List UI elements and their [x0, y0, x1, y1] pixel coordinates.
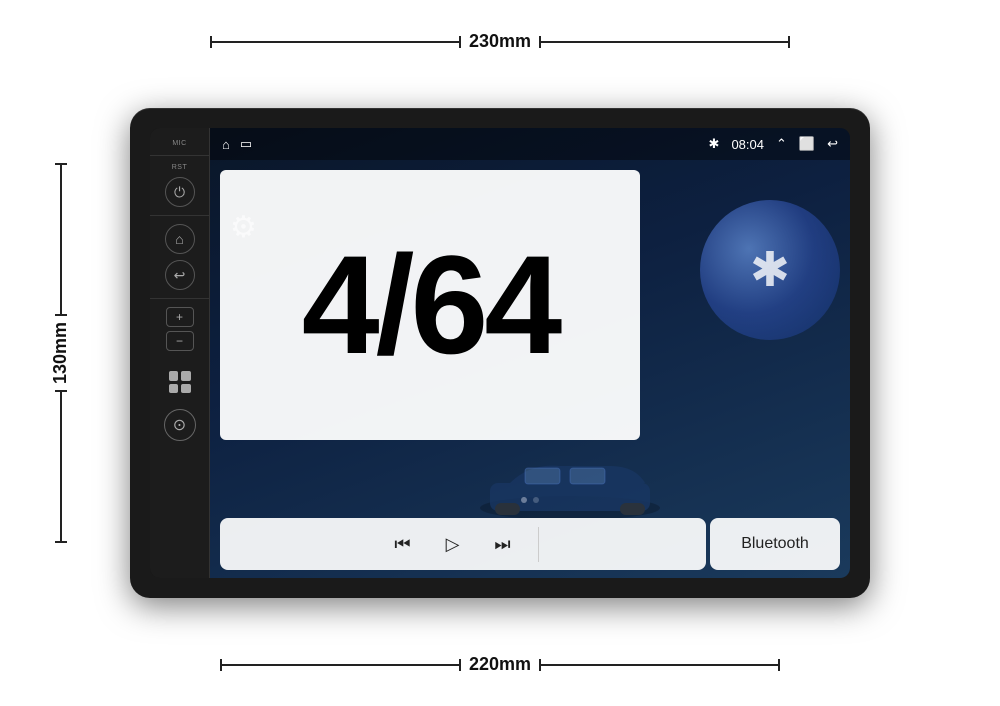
controls-divider — [538, 527, 539, 562]
home-button[interactable]: ⌂ — [165, 224, 195, 254]
status-right: ✱ 08:04 ⌃ ⬜ ↩ — [709, 136, 838, 152]
top-dim-line-left — [210, 41, 461, 43]
vol-up-icon: + — [176, 310, 183, 324]
chevron-status-icon: ⌃ — [776, 136, 787, 152]
bluetooth-status-icon: ✱ — [709, 136, 720, 152]
sidebar-vol-controls: + − — [150, 299, 209, 359]
top-dim-label: 230mm — [469, 31, 531, 52]
screen-content: ⚙ 4/64 ✱ — [210, 160, 850, 578]
bottom-dim-line-right — [539, 664, 780, 666]
status-time: 08:04 — [731, 137, 764, 152]
bluetooth-circle-icon: ✱ — [750, 242, 790, 298]
home-icon: ⌂ — [175, 232, 183, 246]
power-button[interactable]: ⏻ — [165, 177, 195, 207]
prev-button[interactable]: ⏮ — [388, 529, 418, 559]
sidebar-bottom: ⊙ — [163, 359, 197, 570]
status-left: ⌂ ▭ — [222, 136, 252, 152]
navigation-button[interactable]: ⊙ — [164, 409, 196, 441]
bottom-controls-bar: ⏮ ▷ ⏭ Bluetooth — [210, 510, 850, 578]
back-icon: ↩ — [174, 268, 186, 282]
left-dim-label: 130mm — [50, 322, 71, 384]
main-screen: ⌂ ▭ ✱ 08:04 ⌃ ⬜ ↩ ⚙ — [210, 128, 850, 578]
nav-icon: ⊙ — [173, 415, 186, 435]
sidebar-nav-group: ⌂ ↩ — [150, 216, 209, 299]
rst-label: RST — [172, 164, 188, 171]
left-dimension: 130mm — [50, 163, 71, 543]
grid-button[interactable] — [163, 367, 197, 397]
next-icon: ⏭ — [494, 534, 510, 555]
window-status-icon: ⬜ — [799, 136, 815, 152]
back-status-icon: ↩ — [827, 136, 838, 152]
bottom-dim-line-left — [220, 664, 461, 666]
bluetooth-button[interactable]: Bluetooth — [710, 518, 840, 570]
sidebar-top: MIC — [150, 136, 209, 156]
mic-label: MIC — [172, 140, 186, 147]
spec-text: 4/64 — [302, 235, 558, 375]
top-dimension: 230mm — [210, 31, 790, 52]
left-dim-line-top — [60, 163, 62, 316]
diagram-container: 230mm 220mm 130mm MIC RST ⏻ — [20, 13, 980, 693]
media-controls: ⏮ ▷ ⏭ — [220, 518, 706, 570]
bluetooth-label: Bluetooth — [741, 535, 809, 553]
spec-overlay-card: 4/64 — [220, 170, 640, 440]
next-button[interactable]: ⏭ — [488, 529, 518, 559]
status-bar: ⌂ ▭ ✱ 08:04 ⌃ ⬜ ↩ — [210, 128, 850, 160]
left-dim-line-bottom — [60, 390, 62, 543]
vol-up-button[interactable]: + — [166, 307, 194, 327]
grid-icon — [169, 371, 191, 393]
play-button[interactable]: ▷ — [438, 529, 468, 559]
vol-down-icon: − — [176, 334, 183, 348]
minimize-status-icon: ▭ — [240, 136, 252, 152]
play-icon: ▷ — [446, 534, 460, 555]
top-dim-line-right — [539, 41, 790, 43]
device-inner: MIC RST ⏻ ⌂ ↩ — [150, 128, 850, 578]
car-stereo-device: MIC RST ⏻ ⌂ ↩ — [130, 108, 870, 598]
sidebar-btn-group: RST ⏻ — [150, 156, 209, 216]
vol-down-button[interactable]: − — [166, 331, 194, 351]
bottom-dim-label: 220mm — [469, 654, 531, 675]
bottom-dimension: 220mm — [220, 654, 780, 675]
prev-icon: ⏮ — [394, 534, 410, 555]
bluetooth-circle: ✱ — [700, 200, 840, 340]
back-button[interactable]: ↩ — [165, 260, 195, 290]
home-status-icon: ⌂ — [222, 137, 230, 152]
power-icon: ⏻ — [174, 185, 185, 199]
device-sidebar: MIC RST ⏻ ⌂ ↩ — [150, 128, 210, 578]
